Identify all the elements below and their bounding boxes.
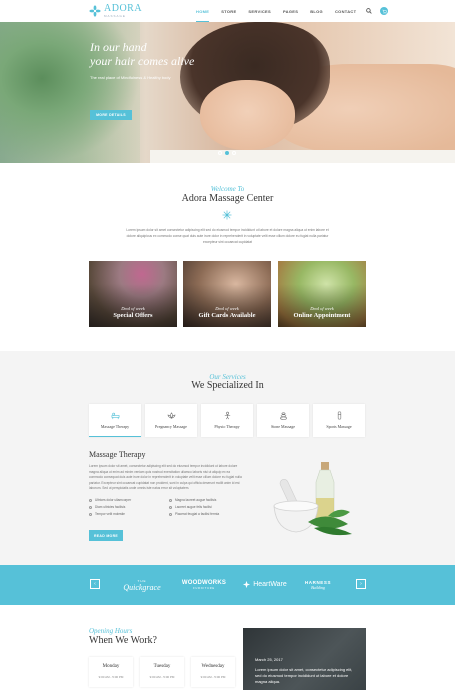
partner-logo-quickgrace[interactable]: THE Quickgrace <box>118 574 166 596</box>
cart-button[interactable] <box>380 7 389 15</box>
logo-flower-icon <box>89 5 101 17</box>
hero-headline-line2: your hair comes alive <box>90 54 195 68</box>
tab-sports-massage[interactable]: Sports Massage <box>313 404 365 437</box>
chevron-right-icon[interactable]: › <box>356 579 366 589</box>
stones-icon <box>279 412 287 420</box>
card-kicker: Deal of week <box>310 306 334 311</box>
flower-icon <box>222 210 232 220</box>
logo-name: ADORA <box>104 3 143 14</box>
tab-physio-therapy[interactable]: Physio Therapy <box>201 404 253 437</box>
tab-massage-therapy[interactable]: Massage Therapy <box>89 404 141 437</box>
special-offers-card[interactable]: Deal of week Special Offers <box>89 261 177 327</box>
nav-store[interactable]: STORE <box>221 0 236 22</box>
heartware-icon <box>243 580 251 588</box>
tab-label: Sports Massage <box>326 424 352 429</box>
check-icon <box>89 498 92 502</box>
check-icon <box>169 505 172 509</box>
nav-home[interactable]: HOME <box>196 0 210 22</box>
cart-icon <box>382 9 387 14</box>
service-detail-title: Massage Therapy <box>89 450 146 459</box>
card-kicker: Deal of week <box>121 306 145 311</box>
day-name: Tuesday <box>153 664 171 669</box>
list-item: Tempor velit molestie <box>89 512 169 516</box>
tab-label: Stone Massage <box>270 424 296 429</box>
day-card-wednesday: Wednesday 9:00 AM - 5:00 PM <box>191 657 235 687</box>
news-date: March 25, 2017 <box>255 657 283 662</box>
check-icon <box>169 512 172 516</box>
hero-face-image <box>200 80 295 150</box>
partner-logo-heartware[interactable]: HeartWare <box>237 577 292 591</box>
day-card-tuesday: Tuesday 9:00 AM - 5:00 PM <box>140 657 184 687</box>
nav-contact[interactable]: CONTACT <box>335 0 356 22</box>
check-icon <box>89 512 92 516</box>
physio-icon <box>224 411 230 420</box>
main-nav: HOME STORE SERVICES PAGES BLOG CONTACT <box>196 0 389 22</box>
day-name: Wednesday <box>201 664 225 669</box>
welcome-kicker: Welcome To <box>210 185 245 193</box>
search-icon[interactable] <box>366 8 373 14</box>
slider-dot-2[interactable] <box>225 151 229 155</box>
check-icon <box>169 498 172 502</box>
read-more-button[interactable]: READ MORE <box>89 530 123 541</box>
news-text: Lorem ipsum dolor sit amet, consectetur … <box>255 667 353 684</box>
partner-logo-woodworks[interactable]: WOODWORKS FURNITURE <box>178 576 230 594</box>
card-kicker: Deal of week <box>215 306 239 311</box>
site-header: ADORA MASSAGE HOME STORE SERVICES PAGES … <box>0 0 455 22</box>
hero-slider <box>0 22 455 163</box>
tab-pregnancy-massage[interactable]: Pregnancy Massage <box>145 404 197 437</box>
gift-cards-card[interactable]: Deal of week Gift Cards Available <box>183 261 271 327</box>
tab-label: Massage Therapy <box>100 424 130 429</box>
day-name: Monday <box>102 664 120 669</box>
online-appointment-card[interactable]: Deal of week Online Appointment <box>278 261 366 327</box>
logo[interactable]: ADORA MASSAGE <box>89 4 142 18</box>
day-time: 9:00 AM - 5:00 PM <box>98 675 124 679</box>
hero-headline-line1: In our hand <box>90 40 147 54</box>
check-icon <box>89 505 92 509</box>
more-details-button[interactable]: MORE DETAILS <box>90 110 132 120</box>
massage-icon <box>111 412 119 420</box>
service-feature-list: Ultrices dolor ullamcorper Magna laoreet… <box>89 498 249 516</box>
logo-tagline: MASSAGE <box>104 14 126 18</box>
tab-label: Physio Therapy <box>214 424 240 429</box>
mortar-pestle-image <box>273 462 352 536</box>
sports-icon <box>337 411 341 420</box>
nav-blog[interactable]: BLOG <box>310 0 323 22</box>
hero-headline: In our hand your hair comes alive <box>90 40 194 68</box>
slider-dot-3[interactable] <box>232 151 236 155</box>
tab-label: Pregnancy Massage <box>155 424 187 429</box>
slider-dot-1[interactable] <box>218 151 222 155</box>
card-title: Gift Cards Available <box>198 312 256 319</box>
day-card-monday: Monday 9:00 AM - 5:00 PM <box>89 657 133 687</box>
list-item: Laoreet augue felis facilisi <box>169 505 249 509</box>
list-item: Magna laoreet augue facilisis <box>169 498 249 502</box>
partner-logo-harness[interactable]: HARNESS Building <box>300 574 336 596</box>
card-title: Special Offers <box>113 312 153 319</box>
service-detail-text: Lorem ipsum dolor sit amet, consectetur … <box>89 464 242 490</box>
hero-towel-image <box>150 150 455 163</box>
tab-stone-massage[interactable]: Stone Massage <box>257 404 309 437</box>
nav-services[interactable]: SERVICES <box>248 0 271 22</box>
welcome-text: Lorem ipsum dolor sit amet consectetur a… <box>126 228 329 244</box>
card-title: Online Appointment <box>293 312 351 319</box>
day-time: 9:00 AM - 5:00 PM <box>200 675 226 679</box>
lotus-icon <box>167 412 175 419</box>
hero-subline: The real place of Mindfulness & Healthy … <box>90 75 171 80</box>
welcome-title: Adora Massage Center <box>181 193 274 204</box>
slider-dots <box>218 151 239 155</box>
hours-title: When We Work? <box>89 635 157 646</box>
services-title: We Specialized In <box>191 380 264 391</box>
chevron-left-icon[interactable]: ‹ <box>90 579 100 589</box>
list-item: Diam ultricies facilisis <box>89 505 169 509</box>
list-item: Ultrices dolor ullamcorper <box>89 498 169 502</box>
hours-kicker: Opening Hours <box>89 627 133 635</box>
nav-pages[interactable]: PAGES <box>283 0 298 22</box>
list-item: Placerat feugiat a facilisi fermia <box>169 512 249 516</box>
day-time: 9:00 AM - 5:00 PM <box>149 675 175 679</box>
